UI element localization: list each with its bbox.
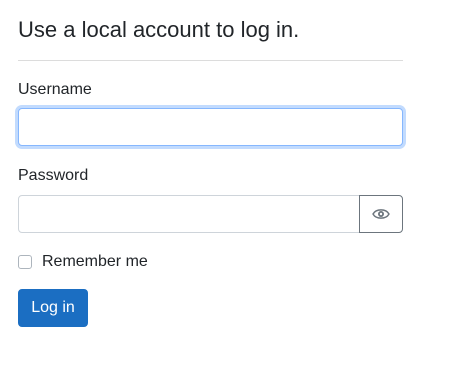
page-heading: Use a local account to log in. xyxy=(18,17,300,42)
heading-divider xyxy=(18,60,403,61)
show-password-button[interactable] xyxy=(359,195,403,233)
remember-me-row[interactable]: Remember me xyxy=(18,252,148,272)
remember-me-label[interactable]: Remember me xyxy=(42,252,148,272)
eye-icon xyxy=(372,209,390,219)
username-input[interactable] xyxy=(18,108,403,146)
remember-me-checkbox[interactable] xyxy=(18,255,32,269)
login-button[interactable]: Log in xyxy=(18,289,88,327)
username-label: Username xyxy=(18,81,92,98)
password-label: Password xyxy=(18,167,89,184)
password-input[interactable] xyxy=(18,195,360,233)
